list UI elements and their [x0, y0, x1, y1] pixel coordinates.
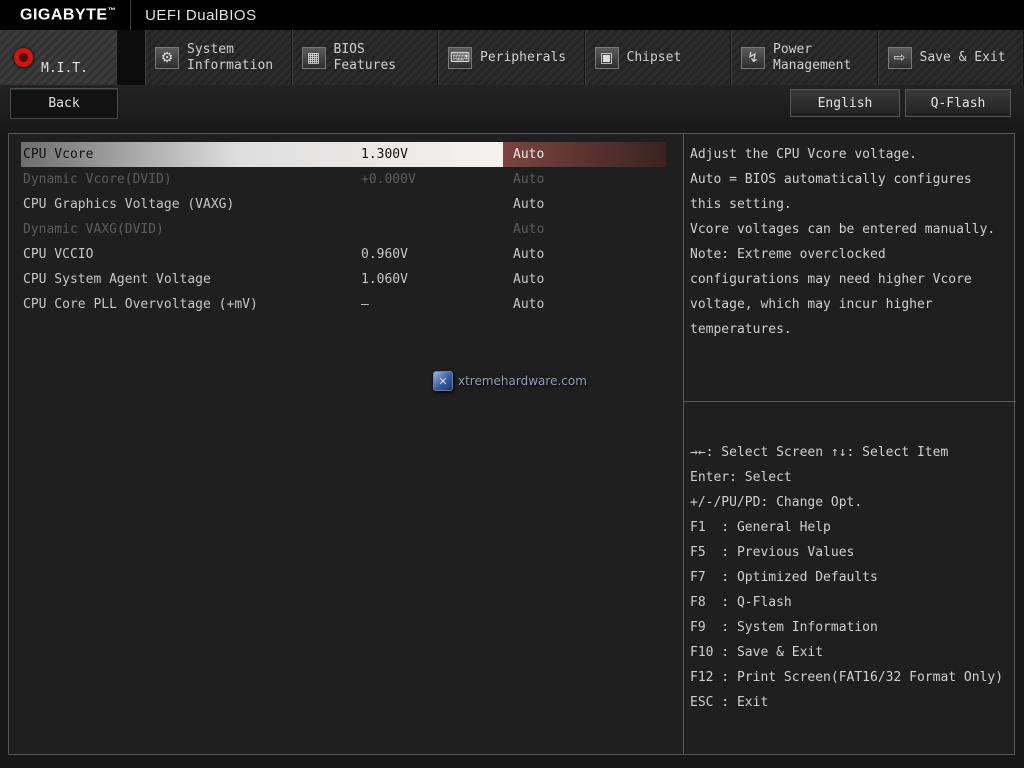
watermark-text: xtremehardware.com — [458, 374, 587, 388]
setting-row-cpu-system-agent[interactable]: CPU System Agent Voltage 1.060V Auto — [21, 267, 666, 292]
tab-bios-features[interactable]: ▦ BIOS Features — [291, 30, 438, 85]
help-description-line: Adjust the CPU Vcore voltage. — [690, 147, 917, 162]
setting-option[interactable]: Auto — [503, 267, 666, 292]
help-description-line: Note: Extreme overclocked — [690, 247, 886, 262]
watermark: ✕ xtremehardware.com — [433, 371, 587, 391]
settings-list: CPU Vcore 1.300V Auto Dynamic Vcore(DVID… — [9, 134, 683, 754]
back-button[interactable]: Back — [10, 88, 118, 119]
xtremehardware-cube-icon: ✕ — [433, 371, 453, 391]
tab-label: Save & Exit — [919, 49, 1006, 65]
firmware-title: UEFI DualBIOS — [145, 6, 257, 24]
hotkey-line: F7 : Optimized Defaults — [690, 570, 878, 585]
top-bar: GIGABYTE™ UEFI DualBIOS — [0, 0, 1024, 30]
power-icon: ↯ — [741, 46, 765, 69]
setting-row-cpu-vccio[interactable]: CPU VCCIO 0.960V Auto — [21, 242, 666, 267]
setting-name: CPU Core PLL Overvoltage (+mV) — [23, 297, 258, 312]
gear-icon: ⚙ — [155, 46, 179, 69]
tab-label: Chipset — [626, 49, 682, 65]
tab-label: Peripherals — [480, 49, 567, 65]
tab-label: M.I.T. — [41, 61, 88, 76]
setting-row-cpu-graphics-voltage[interactable]: CPU Graphics Voltage (VAXG) Auto — [21, 192, 666, 217]
setting-option[interactable]: Auto — [503, 292, 666, 317]
hotkey-line: F9 : System Information — [690, 620, 878, 635]
tab-power-management[interactable]: ↯ Power Management — [731, 30, 878, 85]
help-panel-divider — [684, 401, 1016, 402]
save-exit-icon: ⇨ — [887, 46, 912, 69]
uefi-bios-screen: GIGABYTE™ UEFI DualBIOS M.I.T. ⚙ System … — [0, 0, 1024, 768]
help-description-line: Auto = BIOS automatically configures — [690, 172, 972, 187]
setting-option: Auto — [513, 172, 545, 187]
peripherals-icon: ⌨ — [448, 46, 472, 69]
tab-mit[interactable]: M.I.T. — [0, 30, 118, 85]
setting-option[interactable]: Auto — [503, 142, 666, 167]
chipset-icon: ▣ — [594, 46, 619, 69]
setting-option[interactable]: Auto — [503, 242, 666, 267]
setting-value: 1.060V — [361, 272, 408, 287]
gigabyte-logo: GIGABYTE™ — [20, 5, 117, 24]
bios-grid-icon: ▦ — [301, 46, 326, 69]
tab-gap — [118, 30, 145, 85]
setting-option: Auto — [513, 222, 545, 237]
help-description-line: temperatures. — [690, 322, 792, 337]
tab-save-exit[interactable]: ⇨ Save & Exit — [877, 30, 1024, 85]
setting-name: CPU VCCIO — [23, 247, 94, 262]
language-button[interactable]: English — [790, 89, 900, 117]
help-description-line: configurations may need higher Vcore — [690, 272, 972, 287]
tab-peripherals[interactable]: ⌨ Peripherals — [438, 30, 585, 85]
tab-label: System Information — [187, 41, 274, 73]
tab-bar: M.I.T. ⚙ System Information ▦ BIOS Featu… — [0, 30, 1024, 85]
hotkey-line: →←: Select Screen ↑↓: Select Item — [690, 445, 949, 460]
tab-chipset[interactable]: ▣ Chipset — [584, 30, 731, 85]
help-description-line: Vcore voltages can be entered manually. — [690, 222, 996, 237]
toolbar-row: Back English Q-Flash — [0, 85, 1024, 133]
setting-name: Dynamic VAXG(DVID) — [23, 222, 164, 237]
tab-system-information[interactable]: ⚙ System Information — [145, 30, 292, 85]
setting-value: +0.000V — [361, 172, 416, 187]
main-panel: CPU Vcore 1.300V Auto Dynamic Vcore(DVID… — [8, 133, 1016, 755]
tab-label: BIOS Features — [333, 41, 397, 73]
hotkey-line: F1 : General Help — [690, 520, 831, 535]
tab-label: Power Management — [773, 41, 852, 73]
setting-value: – — [361, 297, 369, 312]
hotkey-line: F8 : Q-Flash — [690, 595, 792, 610]
hotkey-line: ESC : Exit — [690, 695, 769, 710]
setting-name: CPU Graphics Voltage (VAXG) — [23, 197, 235, 212]
setting-row-dynamic-vaxg: Dynamic VAXG(DVID) Auto — [21, 217, 666, 242]
setting-row-cpu-core-pll[interactable]: CPU Core PLL Overvoltage (+mV) – Auto — [21, 292, 666, 317]
setting-row-cpu-vcore[interactable]: CPU Vcore 1.300V Auto — [21, 142, 666, 167]
setting-name: CPU Vcore — [23, 147, 94, 162]
setting-name: Dynamic Vcore(DVID) — [23, 172, 172, 187]
hotkey-line: F12 : Print Screen(FAT16/32 Format Only) — [690, 670, 1004, 685]
help-panel: Adjust the CPU Vcore voltage. Auto = BIO… — [683, 134, 1016, 754]
hotkey-line: F5 : Previous Values — [690, 545, 855, 560]
setting-name: CPU System Agent Voltage — [23, 272, 211, 287]
hotkey-legend: →←: Select Screen ↑↓: Select Item Enter:… — [690, 440, 1014, 715]
hotkey-line: F10 : Save & Exit — [690, 645, 824, 660]
trademark-symbol: ™ — [107, 5, 117, 15]
hotkey-line: Enter: Select — [690, 470, 792, 485]
setting-option[interactable]: Auto — [503, 192, 666, 217]
help-description-line: voltage, which may incur higher — [690, 297, 933, 312]
qflash-button[interactable]: Q-Flash — [905, 89, 1011, 117]
setting-value: 0.960V — [361, 247, 408, 262]
record-dot-icon — [14, 48, 33, 67]
hotkey-line: +/-/PU/PD: Change Opt. — [690, 495, 863, 510]
help-description-line: this setting. — [690, 197, 792, 212]
setting-value: 1.300V — [361, 147, 408, 162]
setting-row-dynamic-vcore: Dynamic Vcore(DVID) +0.000V Auto — [21, 167, 666, 192]
